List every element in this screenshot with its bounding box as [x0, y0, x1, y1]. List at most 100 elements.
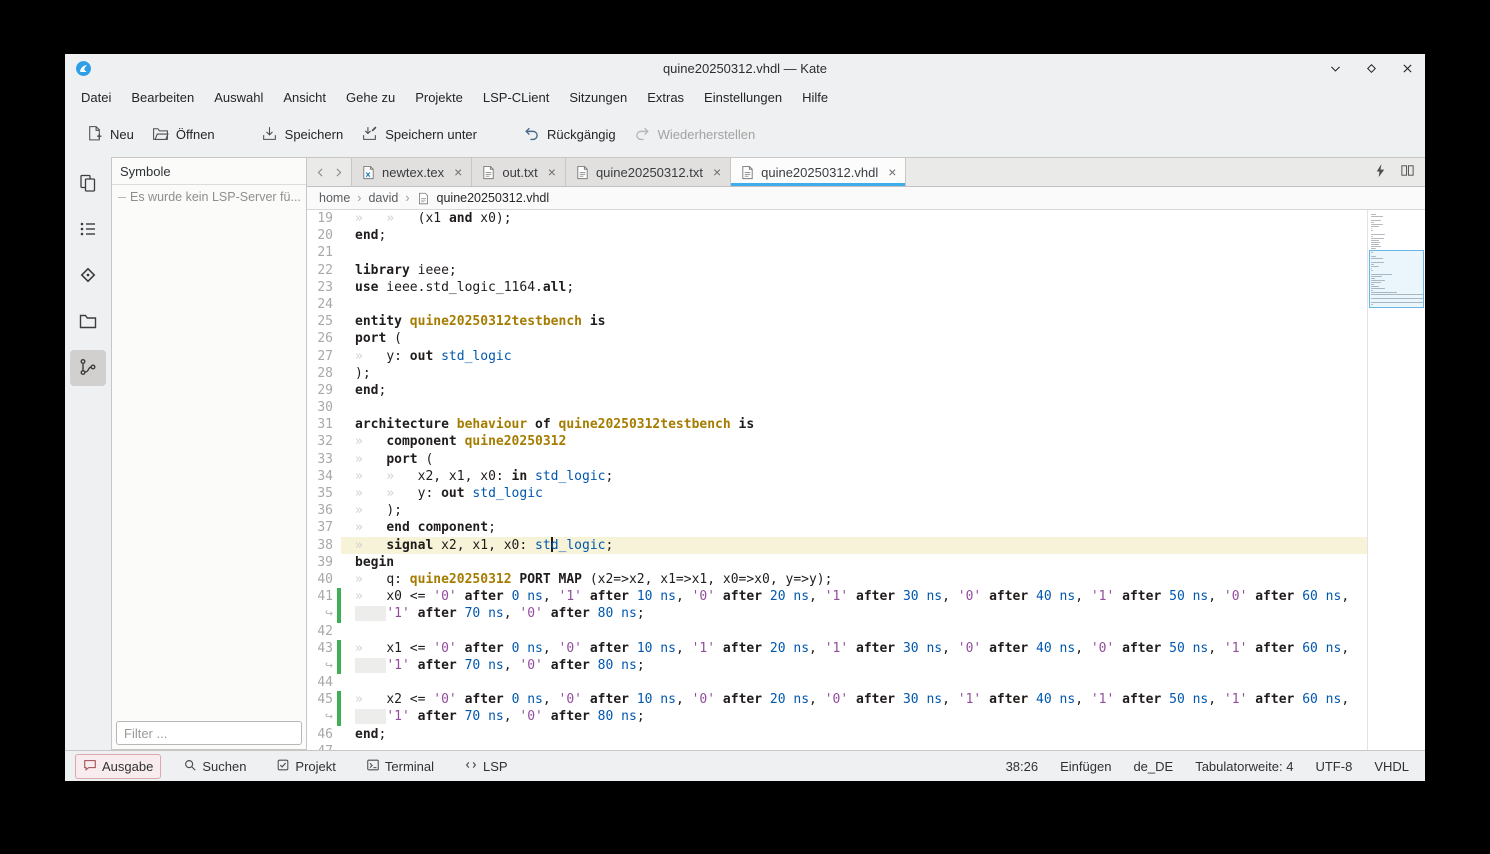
terminal-icon [366, 758, 380, 775]
wiederherstellen-button[interactable]: Wiederherstellen [625, 119, 765, 151]
code-line[interactable]: 41» x0 <= '0' after 0 ns, '1' after 10 n… [307, 588, 1367, 605]
öffnen-button[interactable]: Öffnen [143, 119, 224, 151]
search-button[interactable]: Suchen [175, 754, 254, 779]
code-text: » x1 <= '0' after 0 ns, '0' after 10 ns,… [355, 640, 1367, 657]
code-line[interactable]: 35» » y: out std_logic [307, 485, 1367, 502]
close-button[interactable] [1399, 60, 1415, 76]
code-line[interactable]: 25entity quine20250312testbench is [307, 313, 1367, 330]
neu-button[interactable]: Neu [77, 119, 143, 151]
minimap-scrollbar[interactable] [1367, 210, 1425, 750]
speichern-unter-button[interactable]: Speichern unter [352, 119, 486, 151]
symbols-tool[interactable] [70, 350, 106, 386]
tab-close-icon[interactable]: × [544, 164, 556, 180]
split-view-icon[interactable] [1400, 163, 1415, 181]
code-line[interactable]: 23use ieee.std_logic_1164.all; [307, 279, 1367, 296]
menu-auswahl[interactable]: Auswahl [204, 86, 273, 109]
code-line[interactable]: 29end; [307, 382, 1367, 399]
menu-hilfe[interactable]: Hilfe [792, 86, 838, 109]
code-line[interactable]: 38» signal x2, x1, x0: std_logic; [307, 537, 1367, 554]
code-line[interactable]: 47 [307, 743, 1367, 750]
menu-extras[interactable]: Extras [637, 86, 694, 109]
code-line[interactable]: 43» x1 <= '0' after 0 ns, '0' after 10 n… [307, 640, 1367, 657]
tab-close-icon[interactable]: × [884, 164, 896, 180]
tab-newtex-tex[interactable]: newtex.tex× [351, 158, 472, 186]
code-line[interactable]: 46end; [307, 726, 1367, 743]
menu-sitzungen[interactable]: Sitzungen [559, 86, 637, 109]
maximize-button[interactable] [1363, 60, 1379, 76]
outline-tool[interactable] [70, 212, 106, 248]
code-line[interactable]: 44 [307, 674, 1367, 691]
encoding[interactable]: UTF-8 [1315, 759, 1352, 774]
breadcrumb-file[interactable]: quine20250312.vhdl [437, 191, 550, 205]
code-line[interactable]: 40» q: quine20250312 PORT MAP (x2=>x2, x… [307, 571, 1367, 588]
cursor-position[interactable]: 38:26 [1006, 759, 1039, 774]
code-line[interactable]: 28); [307, 365, 1367, 382]
speichern-button[interactable]: Speichern [252, 119, 353, 151]
tab-marker: » [355, 452, 386, 467]
tool-sidebar [65, 157, 111, 750]
minimap-viewport[interactable] [1369, 250, 1424, 308]
code-text: '1' after 70 ns, '0' after 80 ns; [355, 657, 1367, 674]
save-icon [261, 125, 278, 145]
line-number: 32 [307, 433, 337, 450]
symbols-filter-input[interactable] [116, 721, 302, 745]
menu-bearbeiten[interactable]: Bearbeiten [121, 86, 204, 109]
output-button[interactable]: Ausgabe [75, 754, 161, 779]
code-line[interactable]: 27» y: out std_logic [307, 348, 1367, 365]
code-line[interactable]: 32» component quine20250312 [307, 433, 1367, 450]
dictionary[interactable]: de_DE [1133, 759, 1173, 774]
tab-width[interactable]: Tabulatorweite: 4 [1195, 759, 1293, 774]
insert-mode[interactable]: Einfügen [1060, 759, 1111, 774]
menu-lsp-client[interactable]: LSP-CLient [473, 86, 559, 109]
tab-prev-button[interactable] [311, 158, 329, 186]
code-line[interactable]: 22library ieee; [307, 262, 1367, 279]
tab-marker: » [355, 692, 386, 707]
lsp-button[interactable]: LSP [456, 754, 516, 779]
documents-tool[interactable] [70, 166, 106, 202]
filesystem-browser-tool[interactable] [70, 304, 106, 340]
quick-open-icon[interactable] [1373, 163, 1388, 181]
rückgängig-button[interactable]: Rückgängig [514, 119, 625, 151]
code-line[interactable]: 19» » (x1 and x0); [307, 210, 1367, 227]
menu-ansicht[interactable]: Ansicht [273, 86, 336, 109]
project-button[interactable]: Projekt [268, 754, 343, 779]
tab-quine20250312-txt[interactable]: quine20250312.txt× [566, 158, 731, 186]
code-line[interactable]: 30 [307, 399, 1367, 416]
line-wrap-icon: ↪ [307, 657, 337, 674]
menu-datei[interactable]: Datei [71, 86, 121, 109]
menu-gehe-zu[interactable]: Gehe zu [336, 86, 405, 109]
code-line[interactable]: 33» port ( [307, 451, 1367, 468]
code-line-continuation[interactable]: ↪ '1' after 70 ns, '0' after 80 ns; [307, 605, 1367, 622]
document-new-icon [86, 125, 103, 145]
code-line-continuation[interactable]: ↪ '1' after 70 ns, '0' after 80 ns; [307, 708, 1367, 725]
code-line[interactable]: 45» x2 <= '0' after 0 ns, '0' after 10 n… [307, 691, 1367, 708]
code-area[interactable]: 19» » (x1 and x0);20end;2122library ieee… [307, 210, 1367, 750]
code-line[interactable]: 34» » x2, x1, x0: in std_logic; [307, 468, 1367, 485]
code-line[interactable]: 26port ( [307, 330, 1367, 347]
breadcrumb-home[interactable]: home [319, 191, 350, 205]
code-line[interactable]: 31architecture behaviour of quine2025031… [307, 416, 1367, 433]
minimize-button[interactable] [1327, 60, 1343, 76]
code-line[interactable]: 39begin [307, 554, 1367, 571]
highlight-mode[interactable]: VHDL [1374, 759, 1409, 774]
code-text: » ); [355, 502, 1367, 519]
line-number: 44 [307, 674, 337, 691]
git-tool[interactable] [70, 258, 106, 294]
code-line[interactable]: 37» end component; [307, 519, 1367, 536]
code-line[interactable]: 20end; [307, 227, 1367, 244]
code-line[interactable]: 24 [307, 296, 1367, 313]
tab-quine20250312-vhdl[interactable]: quine20250312.vhdl× [731, 158, 906, 186]
tab-close-icon[interactable]: × [450, 164, 462, 180]
tab-next-button[interactable] [329, 158, 347, 186]
code-line-continuation[interactable]: ↪ '1' after 70 ns, '0' after 80 ns; [307, 657, 1367, 674]
menu-projekte[interactable]: Projekte [405, 86, 473, 109]
code-line[interactable]: 36» ); [307, 502, 1367, 519]
tab-close-icon[interactable]: × [709, 164, 721, 180]
menu-einstellungen[interactable]: Einstellungen [694, 86, 792, 109]
terminal-button[interactable]: Terminal [358, 754, 442, 779]
code-line[interactable]: 21 [307, 244, 1367, 261]
editor-view[interactable]: 19» » (x1 and x0);20end;2122library ieee… [307, 210, 1425, 750]
breadcrumb-david[interactable]: david [368, 191, 398, 205]
code-line[interactable]: 42 [307, 623, 1367, 640]
tab-out-txt[interactable]: out.txt× [472, 158, 566, 186]
